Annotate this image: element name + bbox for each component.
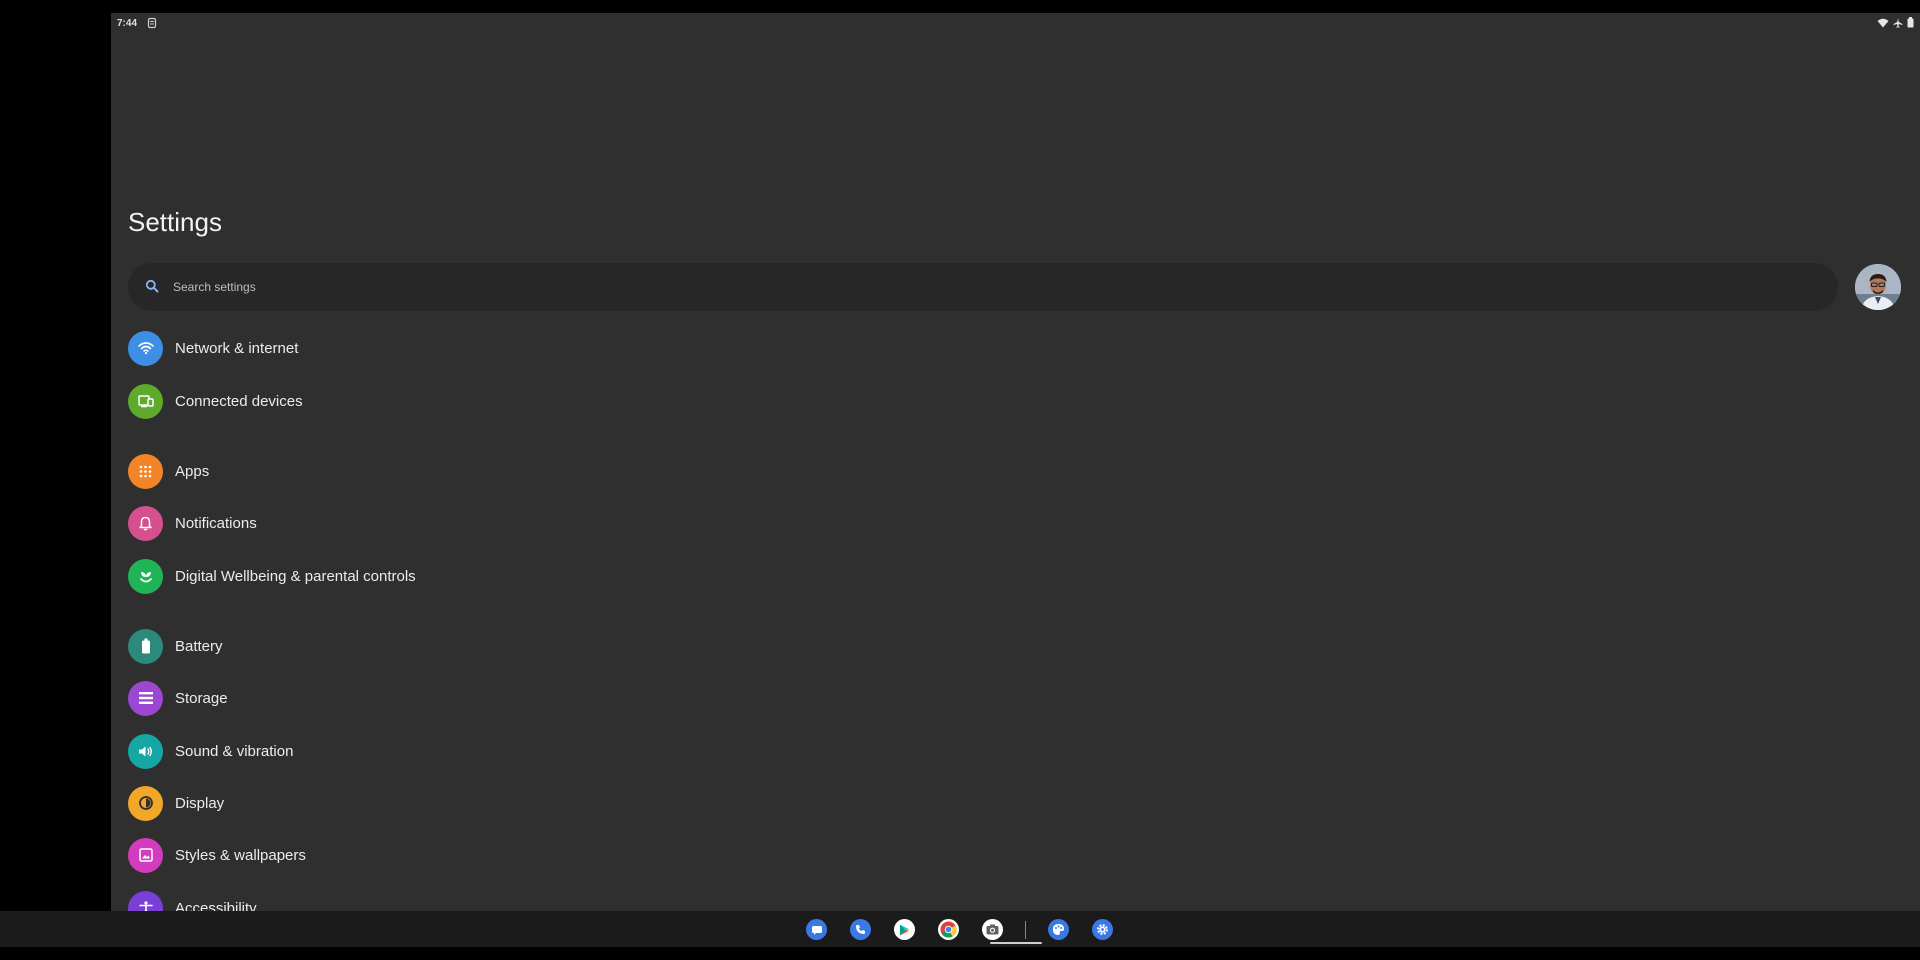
notification-icon [147, 17, 159, 29]
menu-item-label: Connected devices [175, 392, 303, 410]
menu-item-connected-devices[interactable]: Connected devices [128, 379, 1028, 423]
status-bar: 7:44 [111, 13, 1920, 35]
phone-icon[interactable] [850, 919, 871, 940]
palette-icon[interactable] [1048, 919, 1069, 940]
menu-item-accessibility[interactable]: Accessibility [128, 886, 1028, 911]
menu-item-label: Accessibility [175, 899, 257, 912]
messages-icon[interactable] [806, 919, 827, 940]
menu-item-label: Apps [175, 462, 210, 480]
status-time: 7:44 [117, 18, 138, 29]
menu-item-apps[interactable]: Apps [128, 449, 1028, 493]
menu-item-label: Battery [175, 637, 223, 655]
menu-item-label: Network & internet [175, 339, 299, 357]
wifi-icon [1877, 18, 1889, 28]
settings-gear-icon[interactable] [1092, 919, 1113, 940]
settings-window: 7:44 Settings Search settings Network & … [111, 13, 1920, 911]
wellbeing-icon [128, 558, 163, 594]
search-placeholder: Search settings [173, 280, 256, 294]
chrome-icon[interactable] [938, 919, 959, 940]
search-icon [145, 279, 161, 295]
active-app-indicator [990, 942, 1042, 944]
menu-item-label: Styles & wallpapers [175, 846, 306, 864]
menu-item-label: Sound & vibration [175, 742, 294, 760]
menu-item-styles-wallpapers[interactable]: Styles & wallpapers [128, 833, 1028, 877]
bell-icon [128, 505, 163, 541]
shelf-divider [1025, 921, 1026, 939]
brightness-icon [128, 785, 163, 821]
volume-icon [128, 733, 163, 769]
storage-icon [128, 680, 163, 716]
menu-item-label: Digital Wellbeing & parental controls [175, 567, 416, 585]
camera-icon[interactable] [982, 919, 1003, 940]
menu-item-digital-wellbeing[interactable]: Digital Wellbeing & parental controls [128, 554, 1028, 598]
battery-icon [1907, 17, 1914, 28]
menu-item-storage[interactable]: Storage [128, 676, 1028, 720]
airplane-icon [1893, 18, 1903, 28]
taskbar [0, 911, 1920, 947]
accessibility-icon [128, 890, 163, 911]
search-input[interactable]: Search settings [128, 263, 1838, 311]
wifi-icon [128, 330, 163, 366]
palette-icon [128, 837, 163, 873]
menu-item-label: Storage [175, 689, 228, 707]
avatar[interactable] [1855, 264, 1901, 310]
menu-item-display[interactable]: Display [128, 781, 1028, 825]
menu-item-battery[interactable]: Battery [128, 624, 1028, 668]
menu-item-network-internet[interactable]: Network & internet [128, 326, 1028, 370]
menu-item-label: Notifications [175, 514, 257, 532]
devices-icon [128, 383, 163, 419]
status-icons [1877, 17, 1914, 28]
apps-grid-icon [128, 453, 163, 489]
battery-icon [128, 628, 163, 664]
play-store-icon[interactable] [894, 919, 915, 940]
page-title: Settings [128, 207, 222, 237]
menu-item-notifications[interactable]: Notifications [128, 501, 1028, 545]
menu-item-label: Display [175, 794, 225, 812]
menu-item-sound-vibration[interactable]: Sound & vibration [128, 729, 1028, 773]
